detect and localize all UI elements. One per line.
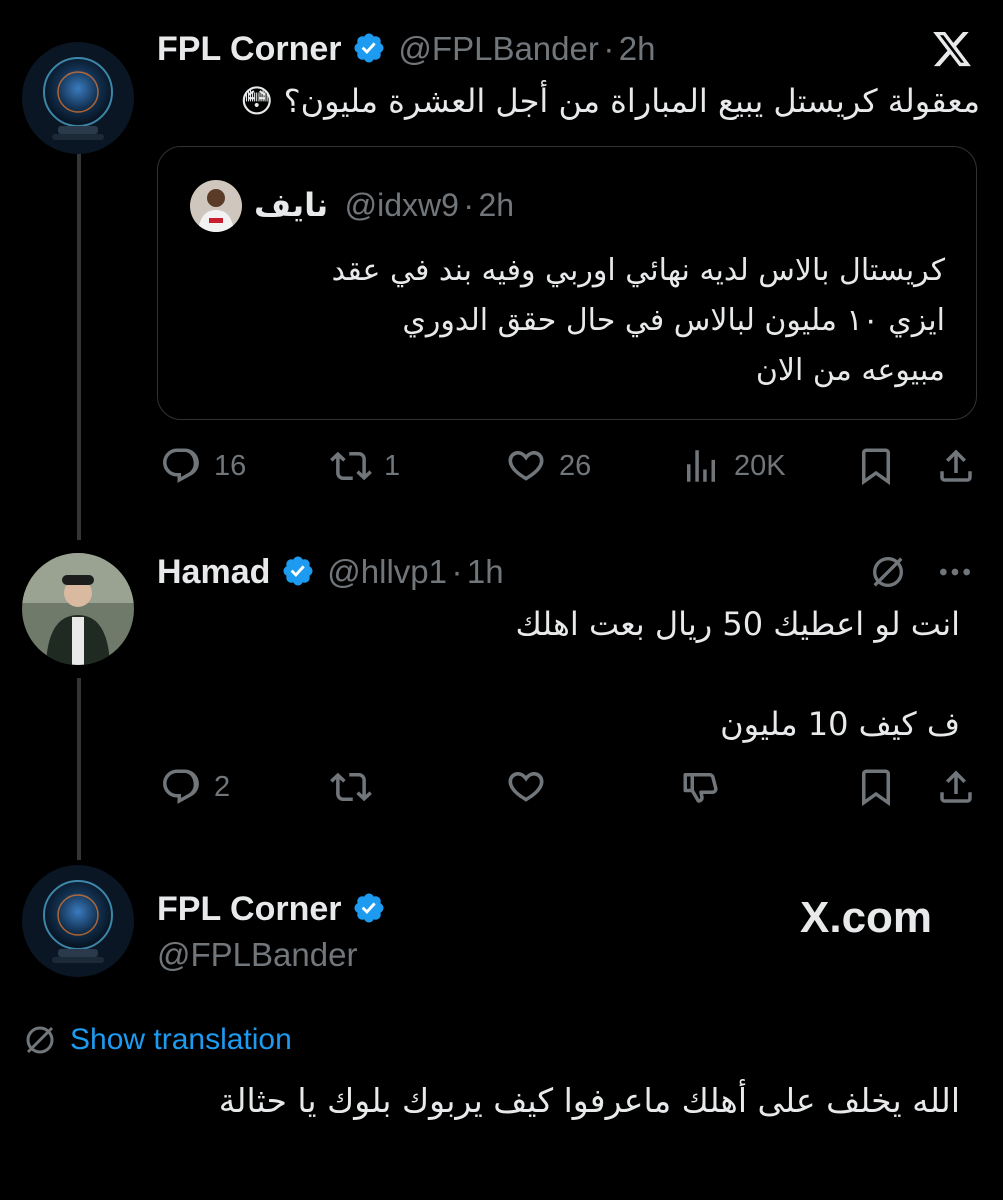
quote-avatar bbox=[190, 180, 242, 232]
bookmark-icon bbox=[862, 769, 890, 807]
verified-icon bbox=[354, 33, 384, 63]
thread-line bbox=[77, 678, 81, 860]
dislike-icon bbox=[683, 773, 718, 803]
bookmark-button[interactable] bbox=[855, 766, 897, 808]
tweet-text: الله يخلف على أهلك ماعرفوا كيف يربوك بلو… bbox=[218, 1081, 960, 1120]
quote-timestamp: 2h bbox=[478, 187, 515, 223]
quote-author-name: نايف bbox=[254, 186, 329, 224]
author-name[interactable]: Hamad bbox=[157, 553, 270, 591]
thread-line bbox=[77, 145, 81, 540]
views-count: 20K bbox=[734, 449, 786, 482]
show-translation-label[interactable]: Show translation bbox=[70, 1023, 292, 1057]
quote-text-line: ايزي ١٠ مليون لبالاس في حال حقق الدوري bbox=[402, 303, 945, 338]
repost-icon bbox=[330, 451, 372, 481]
repost-button[interactable] bbox=[330, 766, 372, 808]
tweet-header: Hamad @hllvp1 · 1h bbox=[157, 551, 504, 600]
repost-icon bbox=[330, 772, 372, 802]
author-name[interactable]: FPL Corner bbox=[157, 30, 342, 68]
tweet-text-line: ف كيف 10 مليون bbox=[720, 705, 960, 743]
verified-icon bbox=[283, 556, 313, 586]
author-handle[interactable]: @FPLBander bbox=[157, 934, 357, 976]
reply-count: 2 bbox=[214, 770, 231, 803]
translate-icon bbox=[26, 1026, 54, 1054]
share-icon bbox=[940, 449, 972, 482]
tweet-text-body: معقولة كريستل يبيع المباراة من أجل العشر… bbox=[283, 82, 980, 120]
like-button[interactable]: 26 bbox=[505, 445, 591, 487]
emoji: 😳 bbox=[240, 82, 274, 120]
tweet-text: معقولة كريستل يبيع المباراة من أجل العشر… bbox=[165, 78, 980, 124]
author-handle[interactable]: @FPLBander bbox=[398, 30, 598, 67]
like-icon bbox=[508, 450, 544, 481]
separator-dot: · bbox=[451, 553, 463, 590]
tweet-header: FPL Corner @FPLBander · 2h bbox=[157, 28, 655, 77]
tweet-text-line: انت لو اعطيك 50 ريال بعت اهلك bbox=[515, 605, 960, 643]
author-handle[interactable]: @hllvp1 bbox=[327, 553, 447, 590]
reply-button[interactable]: 16 bbox=[160, 445, 246, 487]
reply-button[interactable]: 2 bbox=[160, 766, 230, 808]
bookmark-icon bbox=[862, 448, 890, 486]
quote-text: كريستال بالاس لديه نهائي اوربي وفيه بند … bbox=[180, 246, 945, 396]
x-logo-icon[interactable] bbox=[929, 28, 975, 70]
repost-count: 1 bbox=[384, 449, 401, 482]
timestamp[interactable]: 2h bbox=[619, 30, 656, 67]
like-count: 26 bbox=[559, 449, 592, 482]
verified-icon bbox=[354, 893, 384, 923]
avatar[interactable] bbox=[22, 553, 134, 665]
more-icon[interactable] bbox=[935, 552, 975, 592]
tweet-header: FPL Corner bbox=[157, 888, 386, 937]
quote-header: نايف @idxw9 · 2h bbox=[254, 184, 514, 233]
separator-dot: · bbox=[463, 187, 475, 223]
reply-count: 16 bbox=[214, 449, 247, 482]
timestamp[interactable]: 1h bbox=[467, 553, 504, 590]
reply-icon bbox=[163, 448, 199, 483]
views-button[interactable]: 20K bbox=[680, 445, 786, 487]
like-button[interactable] bbox=[505, 766, 547, 808]
show-translation-link[interactable]: Show translation bbox=[22, 1022, 292, 1058]
quote-text-line: مبيوعه من الان bbox=[755, 353, 945, 388]
quote-author-handle: @idxw9 bbox=[344, 187, 459, 223]
share-button[interactable] bbox=[935, 766, 977, 808]
views-icon bbox=[687, 450, 715, 482]
like-icon bbox=[508, 771, 544, 802]
share-icon bbox=[940, 770, 972, 803]
bookmark-button[interactable] bbox=[855, 445, 897, 487]
dislike-button[interactable] bbox=[680, 766, 722, 808]
translate-icon[interactable] bbox=[868, 552, 908, 592]
author-name[interactable]: FPL Corner bbox=[157, 890, 342, 928]
quote-text-line: كريستال بالاس لديه نهائي اوربي وفيه بند … bbox=[331, 253, 945, 288]
reply-icon bbox=[163, 769, 199, 804]
repost-button[interactable]: 1 bbox=[330, 445, 400, 487]
separator-dot: · bbox=[603, 30, 615, 67]
brand-watermark: X.com bbox=[800, 893, 933, 942]
avatar[interactable] bbox=[22, 42, 134, 154]
avatar[interactable] bbox=[22, 865, 134, 977]
share-button[interactable] bbox=[935, 445, 977, 487]
